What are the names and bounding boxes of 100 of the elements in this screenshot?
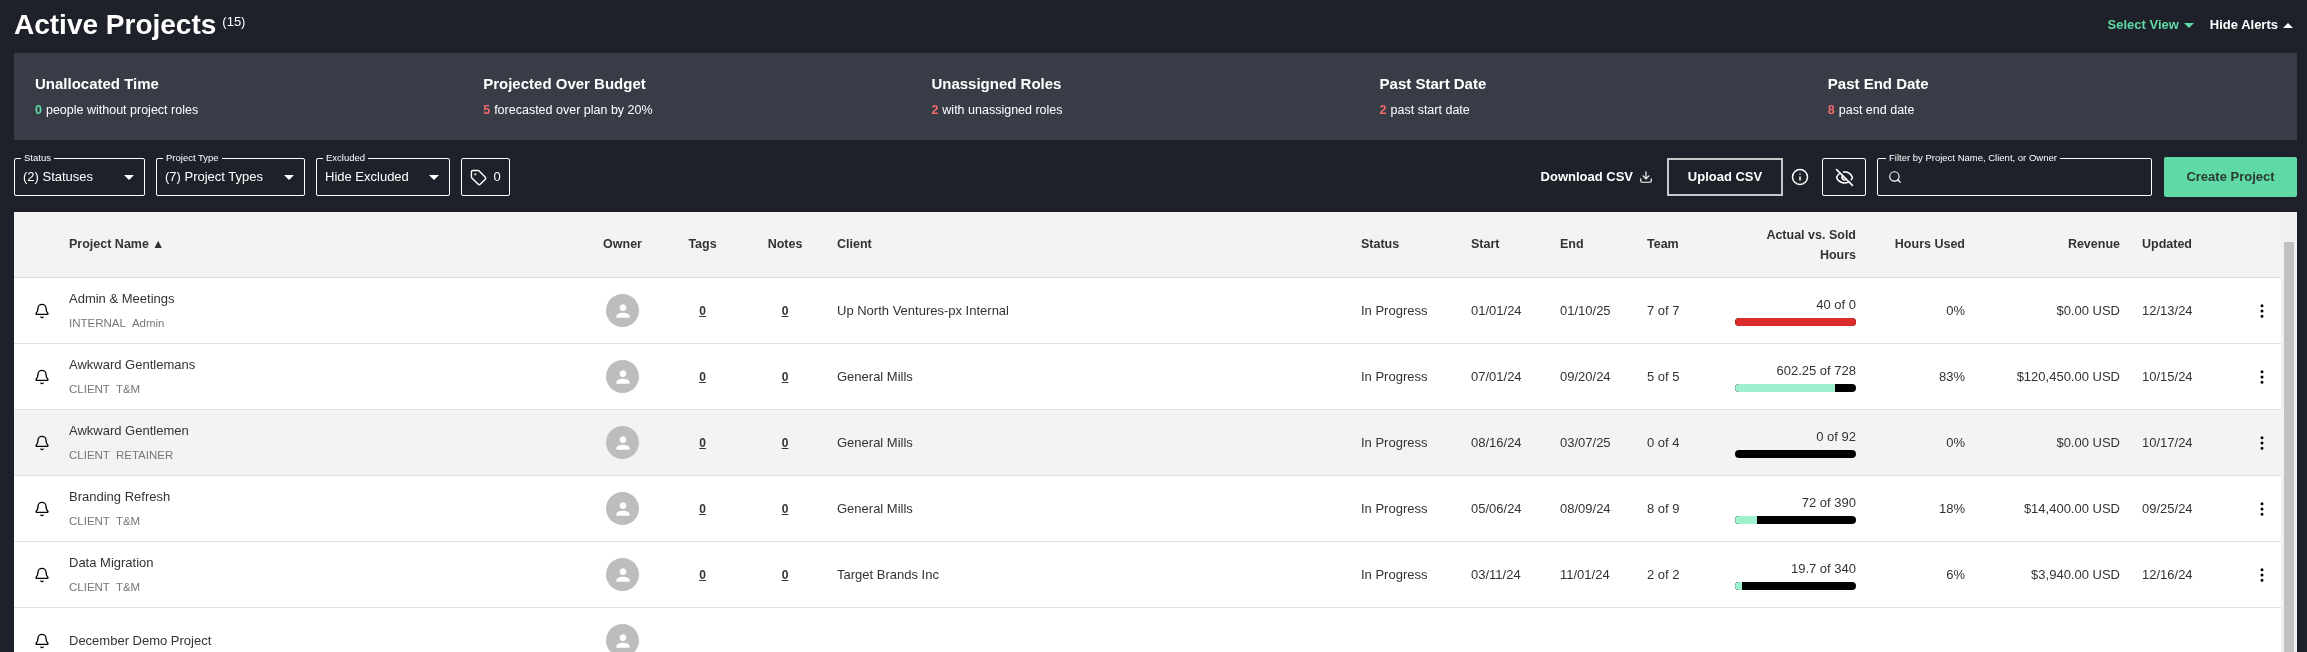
notes-link[interactable]: 0 <box>781 301 789 320</box>
alert-title: Projected Over Budget <box>483 73 647 94</box>
filter-label: Excluded <box>323 152 369 164</box>
bell-icon[interactable] <box>33 302 50 319</box>
end-date: 08/09/24 <box>1560 499 1612 518</box>
hours-text: 19.7 of 340 <box>1790 560 1856 579</box>
bell-icon[interactable] <box>33 632 50 649</box>
billing-type: T&M <box>115 580 141 596</box>
project-name[interactable]: Awkward Gentlemen <box>69 420 590 441</box>
avatar <box>606 624 639 652</box>
avatar <box>606 492 639 525</box>
caret-icon <box>2183 22 2194 28</box>
hours-used: 6% <box>1946 565 1965 584</box>
bell-icon[interactable] <box>33 500 50 517</box>
client-name: General Mills <box>836 433 913 452</box>
alert-title: Past Start Date <box>1379 73 1488 94</box>
filter-label: Project Type <box>163 152 222 164</box>
updated-date: 09/25/24 <box>2141 499 2194 518</box>
hours-text: 0 of 92 <box>1816 428 1856 447</box>
eye-off-icon <box>1834 167 1854 187</box>
bell-icon[interactable] <box>33 566 50 583</box>
alert-text: forecasted over plan by 20% <box>494 102 653 120</box>
billing-type: T&M <box>115 382 141 398</box>
column-header[interactable]: Hours Used <box>1894 235 1965 254</box>
bell-icon[interactable] <box>33 434 50 451</box>
column-header[interactable]: Revenue <box>2067 235 2120 254</box>
project-type: CLIENT <box>69 448 110 464</box>
column-header[interactable]: Team <box>1647 235 1679 254</box>
column-header[interactable]: Status <box>1361 235 1400 254</box>
start-date: 08/16/24 <box>1471 433 1523 452</box>
project-type: INTERNAL <box>69 316 126 332</box>
alert-title: Unassigned Roles <box>931 73 1063 94</box>
project-name[interactable]: December Demo Project <box>69 630 590 651</box>
column-header[interactable]: Actual vs. Sold Hours <box>1766 224 1856 265</box>
column-header[interactable]: End <box>1560 235 1584 254</box>
client-name: Up North Ventures-px Internal <box>836 301 1009 320</box>
notes-link[interactable]: 0 <box>781 499 789 518</box>
alert-count: 5 <box>483 102 491 120</box>
updated-date: 10/15/24 <box>2141 367 2194 386</box>
updated-date: 10/17/24 <box>2141 433 2194 452</box>
project-name[interactable]: Admin & Meetings <box>69 288 590 309</box>
team-count: 5 of 5 <box>1647 367 1681 386</box>
alert-count: 2 <box>931 102 939 120</box>
notes-link[interactable]: 0 <box>781 433 789 452</box>
column-header[interactable]: Client <box>820 235 872 254</box>
upload-csv-button[interactable]: Upload CSV <box>1667 158 1783 196</box>
caret-icon <box>284 174 294 180</box>
select-view-button[interactable]: Select View <box>2107 15 2194 35</box>
team-count: 7 of 7 <box>1647 301 1681 320</box>
client-name: General Mills <box>836 499 913 518</box>
scrollbar[interactable] <box>2281 212 2297 652</box>
start-date: 01/01/24 <box>1471 301 1523 320</box>
revenue: $14,400.00 USD <box>2023 499 2120 518</box>
column-header[interactable]: Updated <box>2120 235 2192 254</box>
billing-type: T&M <box>115 514 141 530</box>
create-project-button[interactable]: Create Project <box>2164 157 2297 197</box>
updated-date: 12/16/24 <box>2141 565 2194 584</box>
avatar <box>606 426 639 459</box>
hide-alerts-button[interactable]: Hide Alerts <box>2209 15 2293 35</box>
project-name[interactable]: Branding Refresh <box>69 486 590 507</box>
caret-icon <box>429 174 439 180</box>
project-name[interactable]: Awkward Gentlemans <box>69 354 590 375</box>
start-date: 03/11/24 <box>1471 565 1522 584</box>
bell-icon[interactable] <box>33 368 50 385</box>
alert-count: 2 <box>1379 102 1387 120</box>
project-type: CLIENT <box>69 514 110 530</box>
column-header[interactable]: Owner <box>603 235 642 254</box>
search-label: Filter by Project Name, Client, or Owner <box>1886 152 2060 164</box>
tags-link[interactable]: 0 <box>699 499 706 518</box>
info-icon[interactable] <box>1791 168 1809 186</box>
avatar <box>606 558 639 591</box>
tags-link[interactable]: 0 <box>699 301 706 320</box>
alert-text: people without project roles <box>45 102 199 120</box>
column-header[interactable]: Tags <box>688 235 717 254</box>
tags-link[interactable]: 0 <box>699 367 706 386</box>
hide-columns-button[interactable] <box>1822 158 1866 196</box>
start-date: 07/01/24 <box>1471 367 1523 386</box>
column-header[interactable]: Start <box>1471 235 1500 254</box>
start-date: 05/06/24 <box>1471 499 1523 518</box>
revenue: $0.00 USD <box>2056 433 2120 452</box>
hours-text: 72 of 390 <box>1801 494 1856 513</box>
notes-link[interactable]: 0 <box>781 367 789 386</box>
project-name[interactable]: Data Migration <box>69 552 590 573</box>
hours-text: 602.25 of 728 <box>1776 362 1856 381</box>
column-header[interactable]: Project Name ▲ <box>69 235 165 254</box>
tags-link[interactable]: 0 <box>699 565 706 584</box>
download-csv-link[interactable]: Download CSV <box>1540 167 1653 187</box>
end-date: 11/01/24 <box>1560 565 1611 584</box>
client-name: Target Brands Inc <box>836 565 939 584</box>
download-icon <box>1639 170 1653 184</box>
alert-count: 8 <box>1827 102 1835 120</box>
end-date: 09/20/24 <box>1560 367 1612 386</box>
team-count: 8 of 9 <box>1647 499 1681 518</box>
notes-link[interactable]: 0 <box>781 565 789 584</box>
tags-link[interactable]: 0 <box>699 433 706 452</box>
column-header[interactable]: Notes <box>767 235 803 254</box>
alert-count: 0 <box>35 102 42 120</box>
tag-filter-button[interactable]: 0 <box>461 158 510 196</box>
page-title: Active Projects <box>14 8 217 42</box>
table-row[interactable]: Awkward Gentlemen CLIENT RETAINER 0 0 General Mills In Progress 08/16/24 03/07/25 0 of 4 0 of 92 0% $0.00 USD 10/17/24 <box>14 410 2281 476</box>
